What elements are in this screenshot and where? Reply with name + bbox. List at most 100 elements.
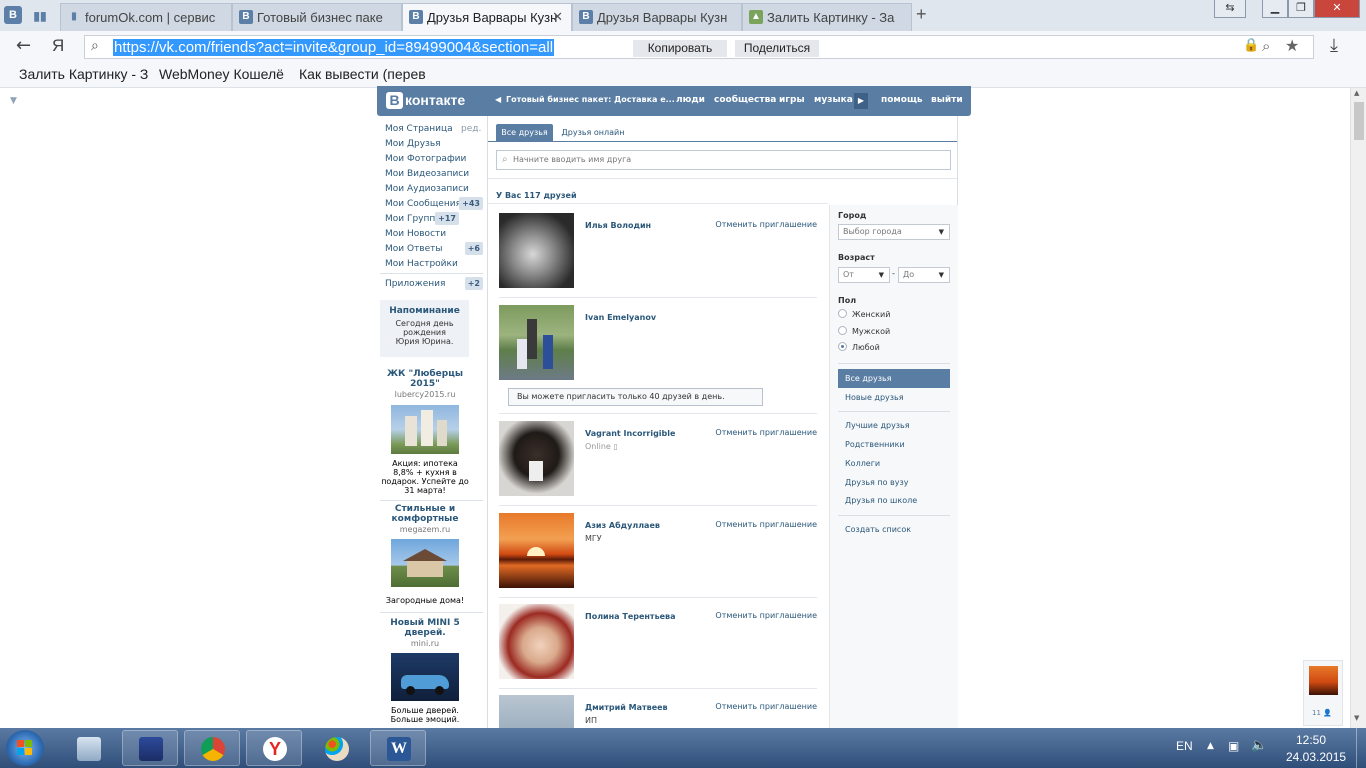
cancel-invite-link[interactable]: Отменить приглашение bbox=[715, 220, 817, 229]
online-friends-panel[interactable]: 11 👤 bbox=[1303, 660, 1343, 726]
age-to-select[interactable]: До ▼ bbox=[898, 267, 950, 283]
minimize-icon[interactable]: ▁ bbox=[1262, 0, 1288, 18]
taskbar-disk[interactable] bbox=[122, 730, 178, 766]
friend-photo[interactable] bbox=[499, 305, 574, 380]
pinned-tab-book-icon[interactable]: ▮▮ bbox=[30, 6, 50, 24]
star-icon[interactable]: ★ bbox=[1285, 36, 1299, 55]
friend-photo[interactable] bbox=[499, 695, 574, 728]
taskbar-yandex[interactable]: Y bbox=[246, 730, 302, 766]
new-tab-button[interactable]: + bbox=[916, 4, 927, 25]
nav-music[interactable]: музыка bbox=[814, 95, 853, 105]
header-next-icon[interactable]: ▶ bbox=[854, 93, 868, 109]
close-tab-icon[interactable]: ✕ bbox=[552, 9, 563, 25]
menu-my-answers[interactable]: Мои Ответы bbox=[385, 244, 443, 254]
share-button[interactable]: Поделиться bbox=[735, 40, 819, 57]
tab-friends-2[interactable]: В Друзья Варвары Кузн bbox=[572, 3, 742, 31]
language-indicator[interactable]: EN bbox=[1176, 739, 1193, 753]
clock-date[interactable]: 24.03.2015 bbox=[1286, 750, 1346, 764]
taskbar-calculator[interactable] bbox=[60, 730, 116, 766]
bookmark-webmoney[interactable]: WebMoney Кошелё bbox=[159, 66, 284, 82]
ad-image-house[interactable] bbox=[391, 539, 459, 587]
tray-expand-icon[interactable]: ▲ bbox=[1207, 741, 1214, 751]
cancel-invite-link[interactable]: Отменить приглашение bbox=[715, 702, 817, 711]
show-desktop-button[interactable] bbox=[1356, 728, 1366, 768]
ad-lubercy[interactable]: ЖК "Люберцы 2015" lubercy2015.ru Акция: … bbox=[381, 369, 469, 495]
tab-friends-active[interactable]: В Друзья Варвары Кузн ✕ bbox=[402, 3, 572, 31]
nav-help[interactable]: помощь bbox=[881, 95, 923, 105]
friend-name[interactable]: Vagrant Incorrigible bbox=[585, 429, 675, 438]
friend-name[interactable]: Илья Володин bbox=[585, 221, 651, 230]
sex-female-radio[interactable]: Женский bbox=[838, 309, 890, 319]
menu-my-videos[interactable]: Мои Видеозаписи bbox=[385, 169, 469, 179]
sex-male-radio[interactable]: Мужской bbox=[838, 326, 890, 336]
scrollbar-thumb[interactable] bbox=[1354, 102, 1364, 140]
list-colleagues[interactable]: Коллеги bbox=[845, 459, 880, 468]
menu-my-messages[interactable]: Мои Сообщения bbox=[385, 199, 461, 209]
url-field[interactable]: ⌕ https://vk.com/friends?act=invite&grou… bbox=[84, 35, 1314, 59]
sex-any-radio[interactable]: Любой bbox=[838, 342, 880, 352]
tab-all-friends[interactable]: Все друзья bbox=[496, 124, 553, 141]
nav-communities[interactable]: сообщества bbox=[714, 95, 776, 105]
friend-photo[interactable] bbox=[499, 513, 574, 588]
menu-my-settings[interactable]: Мои Настройки bbox=[385, 259, 458, 269]
friend-photo[interactable] bbox=[499, 421, 574, 496]
ad-megazem[interactable]: Стильные и комфортные megazem.ru Загород… bbox=[381, 504, 469, 605]
nav-games[interactable]: игры bbox=[779, 95, 805, 105]
friend-search-input[interactable]: ⌕ Начните вводить имя друга bbox=[496, 150, 951, 170]
city-select[interactable]: Выбор города ▼ bbox=[838, 224, 950, 240]
list-university[interactable]: Друзья по вузу bbox=[845, 478, 909, 487]
ad-mini[interactable]: Новый MINI 5 дверей. mini.ru Больше двер… bbox=[381, 618, 469, 724]
scrollbar[interactable]: ▲ ▼ bbox=[1350, 88, 1366, 728]
menu-my-photos[interactable]: Мои Фотографии bbox=[385, 154, 466, 164]
friend-photo[interactable] bbox=[499, 604, 574, 679]
ad-image-car[interactable] bbox=[391, 653, 459, 701]
ad-image-buildings[interactable] bbox=[391, 405, 459, 454]
nav-logout[interactable]: выйти bbox=[931, 95, 963, 105]
friend-name[interactable]: Ivan Emelyanov bbox=[585, 313, 656, 322]
menu-my-audio[interactable]: Мои Аудиозаписи bbox=[385, 184, 469, 194]
tab-upload-image[interactable]: ▲ Залить Картинку - За bbox=[742, 3, 912, 31]
menu-my-friends[interactable]: Мои Друзья bbox=[385, 139, 441, 149]
create-list-link[interactable]: Создать список bbox=[845, 525, 911, 534]
scroll-down-icon[interactable]: ▼ bbox=[1354, 714, 1359, 722]
close-window-icon[interactable]: ✕ bbox=[1314, 0, 1360, 18]
url-text[interactable]: https://vk.com/friends?act=invite&group_… bbox=[113, 39, 555, 56]
menu-edit-link[interactable]: ред. bbox=[461, 124, 481, 134]
yandex-icon[interactable]: Я bbox=[52, 36, 64, 56]
friend-name[interactable]: Дмитрий Матвеев bbox=[585, 703, 668, 712]
taskbar-paint[interactable] bbox=[308, 730, 364, 766]
clock-time[interactable]: 12:50 bbox=[1296, 733, 1326, 747]
menu-my-news[interactable]: Мои Новости bbox=[385, 229, 446, 239]
download-icon[interactable]: ⤓ bbox=[1330, 35, 1338, 56]
menu-arrow-icon[interactable]: ▼ bbox=[10, 96, 17, 106]
online-friend-avatar[interactable] bbox=[1309, 666, 1338, 695]
header-news[interactable]: Готовый бизнес пакет: Доставка е... bbox=[506, 95, 675, 104]
bookmark-upload-image[interactable]: Залить Картинку - З bbox=[19, 66, 148, 82]
section-new-friends[interactable]: Новые друзья bbox=[845, 393, 904, 402]
cancel-invite-link[interactable]: Отменить приглашение bbox=[715, 611, 817, 620]
network-icon[interactable]: ▣ bbox=[1228, 739, 1239, 753]
zoom-icon[interactable]: ⌕ bbox=[1262, 37, 1270, 55]
back-arrow-icon[interactable]: ← bbox=[16, 35, 31, 56]
cancel-invite-link[interactable]: Отменить приглашение bbox=[715, 428, 817, 437]
cancel-invite-link[interactable]: Отменить приглашение bbox=[715, 520, 817, 529]
pinned-tab-vk[interactable]: В bbox=[4, 6, 22, 24]
tab-business[interactable]: В Готовый бизнес паке bbox=[232, 3, 402, 31]
birthday-reminder[interactable]: Напоминание Сегодня день рождения Юрия Ю… bbox=[380, 300, 469, 357]
vk-logo[interactable]: Вконтакте bbox=[386, 92, 465, 110]
nav-people[interactable]: люди bbox=[676, 95, 705, 105]
menu-my-groups[interactable]: Мои Группы bbox=[385, 214, 442, 224]
menu-apps[interactable]: Приложения bbox=[385, 279, 445, 289]
tab-switch-icon[interactable]: ⇆ bbox=[1214, 0, 1246, 18]
scroll-up-icon[interactable]: ▲ bbox=[1354, 89, 1359, 97]
menu-my-page[interactable]: Моя Страница bbox=[385, 124, 453, 134]
taskbar-word[interactable]: W bbox=[370, 730, 426, 766]
list-best-friends[interactable]: Лучшие друзья bbox=[845, 421, 910, 430]
start-button[interactable] bbox=[6, 730, 44, 766]
list-relatives[interactable]: Родственники bbox=[845, 440, 905, 449]
friend-name[interactable]: Полина Терентьева bbox=[585, 612, 676, 621]
section-all-friends[interactable]: Все друзья bbox=[838, 369, 950, 388]
maximize-icon[interactable]: ❐ bbox=[1288, 0, 1314, 18]
volume-icon[interactable]: 🔈 bbox=[1251, 738, 1267, 753]
friend-photo[interactable] bbox=[499, 213, 574, 288]
